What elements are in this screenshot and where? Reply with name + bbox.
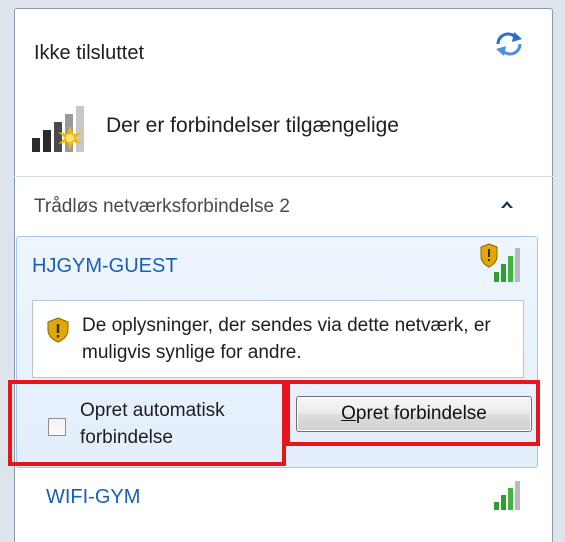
- wireless-network-available-icon: [32, 106, 84, 152]
- network-name[interactable]: WIFI-GYM: [46, 486, 140, 509]
- security-warning-text: De oplysninger, der sendes via dette net…: [82, 315, 491, 363]
- divider: [14, 176, 553, 177]
- adapter-section-label: Trådløs netværksforbindelse 2: [34, 196, 290, 217]
- network-name[interactable]: HJGYM-GUEST: [32, 255, 178, 278]
- chevron-up-icon[interactable]: [498, 198, 516, 212]
- connection-status-title: Ikke tilsluttet: [34, 42, 145, 64]
- shield-warning-icon: [47, 317, 69, 343]
- refresh-icon[interactable]: [492, 30, 526, 58]
- signal-strength-icon: [494, 481, 520, 510]
- signal-strength-icon: [480, 243, 520, 282]
- highlight-box-autoconnect: [8, 380, 286, 466]
- connections-available-text: Der er forbindelser tilgængelige: [106, 114, 399, 137]
- highlight-box-connect: [286, 380, 540, 446]
